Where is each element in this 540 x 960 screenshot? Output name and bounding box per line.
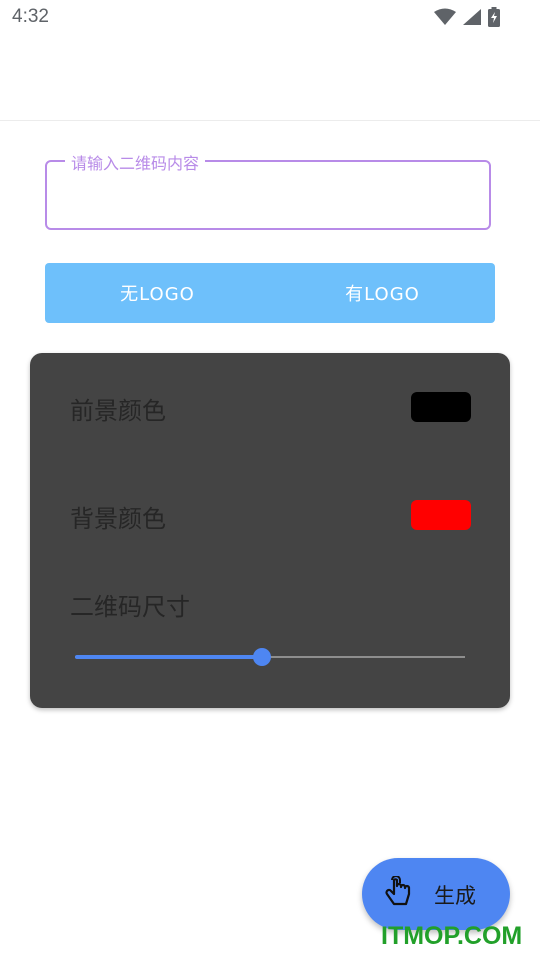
background-color-swatch[interactable] — [411, 500, 471, 530]
status-bar: 4:32 — [0, 0, 540, 36]
qr-size-slider-thumb[interactable] — [253, 648, 272, 666]
battery-charging-icon — [488, 7, 500, 27]
qr-content-label: 请输入二维码内容 — [65, 150, 206, 174]
status-time: 4:32 — [12, 6, 49, 27]
qr-size-label: 二维码尺寸 — [70, 593, 190, 621]
generate-label: 生成 — [434, 884, 476, 908]
logo-toggle: 无LOGO 有LOGO — [45, 263, 495, 323]
app-bar — [0, 36, 540, 121]
background-color-label: 背景颜色 — [70, 505, 166, 533]
no-logo-button[interactable]: 无LOGO — [45, 263, 270, 323]
qr-content-field[interactable]: 请输入二维码内容 — [45, 150, 491, 230]
with-logo-button[interactable]: 有LOGO — [270, 263, 495, 323]
foreground-color-label: 前景颜色 — [70, 397, 166, 425]
qr-content-input[interactable] — [59, 180, 473, 212]
settings-card: 前景颜色 背景颜色 二维码尺寸 — [30, 353, 510, 708]
foreground-color-swatch[interactable] — [411, 392, 471, 422]
touch-icon — [385, 876, 411, 906]
wifi-icon — [434, 8, 456, 25]
watermark: ITMOP.COM — [381, 922, 523, 950]
qr-size-slider-fill — [75, 655, 263, 659]
cellular-signal-icon — [463, 9, 481, 25]
generate-button[interactable]: 生成 — [362, 858, 510, 930]
